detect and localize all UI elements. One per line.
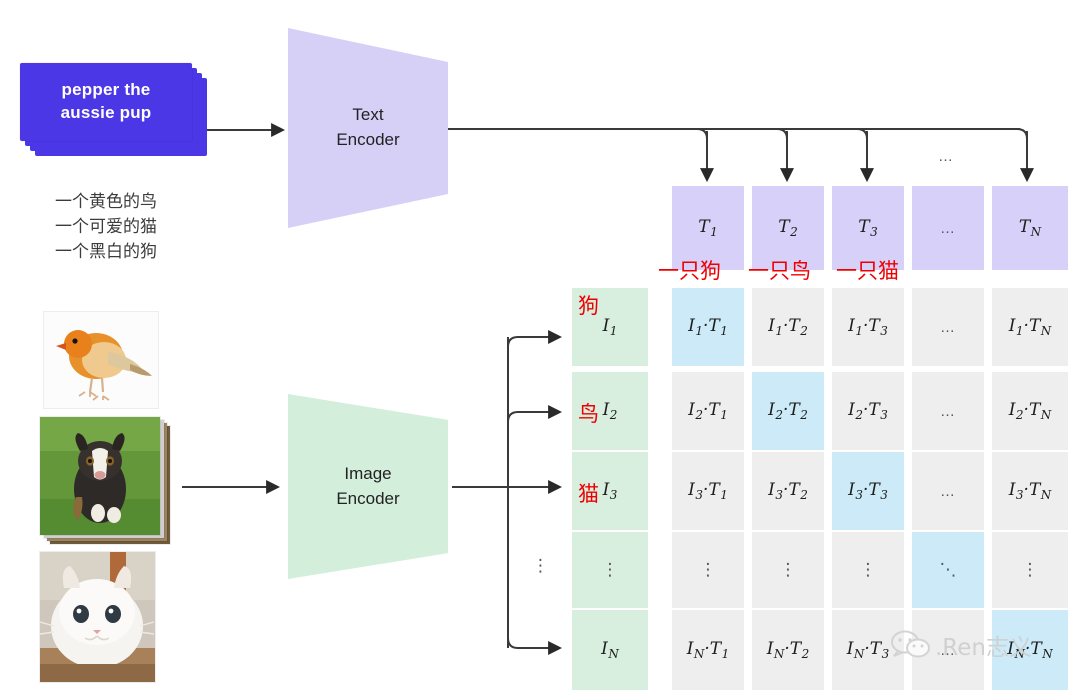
ellipsis-glyph: … (940, 641, 956, 659)
similarity-cell-r4-c4: ⋱ (912, 532, 984, 608)
text-card-line-1: pepper the (61, 80, 151, 100)
similarity-cell-r2-c1: I2·T1 (672, 372, 744, 450)
text-embedding-label-ellipsis: … (940, 219, 956, 237)
similarity-label: I3·T1 (688, 480, 728, 502)
ellipsis-glyph: ⋮ (1021, 560, 1039, 580)
similarity-cell-r4-c1: ⋮ (672, 532, 744, 608)
similarity-cell-r1-c4: … (912, 288, 984, 366)
similarity-cell-r1-c5: I1·TN (992, 288, 1068, 366)
similarity-cell-r1-c2: I1·T2 (752, 288, 824, 366)
image-embedding-cell-n: IN (572, 610, 648, 690)
similarity-cell-r5-c3: IN·T3 (832, 610, 904, 690)
similarity-cell-r4-c2: ⋮ (752, 532, 824, 608)
image-embedding-cell-ellipsis: ⋮ (572, 532, 648, 608)
image-annotation-2: 鸟 (578, 402, 599, 426)
image-encoder-line-1: Image (344, 463, 392, 483)
similarity-label: I1·T2 (768, 316, 808, 338)
similarity-label: IN·T1 (686, 639, 730, 661)
cat-photo (40, 552, 155, 682)
similarity-cell-r3-c3: I3·T3 (832, 452, 904, 530)
text-embedding-label-3: T3 (858, 217, 878, 239)
ellipsis-glyph: ⋱ (939, 560, 957, 580)
similarity-label: I1·T1 (688, 316, 728, 338)
text-embedding-cell-ellipsis: … (912, 186, 984, 270)
similarity-cell-r4-c5: ⋮ (992, 532, 1068, 608)
clip-diagram-canvas: pepper the aussie pup 一个黄色的鸟 一个可爱的猫 一个黑白… (0, 0, 1080, 690)
text-embedding-label-1: T1 (698, 217, 718, 239)
text-embedding-label-n: TN (1018, 217, 1042, 239)
similarity-label: I2·T2 (768, 400, 808, 422)
similarity-label: I2·T1 (688, 400, 728, 422)
image-embedding-label-n: IN (601, 639, 619, 661)
ellipsis-glyph: ⋮ (779, 560, 797, 580)
branch-ellipsis: ⋮ (532, 556, 549, 576)
similarity-cell-r2-c5: I2·TN (992, 372, 1068, 450)
text-annotation-1: 一只狗 (658, 259, 721, 283)
similarity-label: I3·T3 (848, 480, 888, 502)
text-encoder-line-2: Encoder (336, 130, 400, 149)
similarity-label: IN·T2 (766, 639, 810, 661)
similarity-cell-r3-c4: … (912, 452, 984, 530)
ellipsis-glyph: ⋮ (859, 560, 877, 580)
similarity-cell-r1-c3: I1·T3 (832, 288, 904, 366)
text-encoder-block: Text Encoder (288, 28, 448, 228)
caption-line-2: 一个可爱的猫 (55, 217, 157, 237)
text-encoder-line-1: Text (352, 105, 384, 125)
similarity-cell-r2-c4: … (912, 372, 984, 450)
dog-photo (40, 417, 160, 535)
image-encoder-block: Image Encoder (288, 394, 448, 579)
chinese-caption-list: 一个黄色的鸟 一个可爱的猫 一个黑白的狗 (55, 190, 157, 265)
similarity-label: I2·T3 (848, 400, 888, 422)
similarity-cell-r5-c1: IN·T1 (672, 610, 744, 690)
image-embedding-label-2: I2 (602, 400, 618, 422)
similarity-cell-r3-c2: I3·T2 (752, 452, 824, 530)
text-card-line-2: aussie pup (60, 103, 152, 122)
similarity-label: IN·TN (1007, 639, 1053, 661)
text-embedding-label-2: T2 (778, 217, 798, 239)
image-embedding-label-ellipsis: ⋮ (601, 560, 619, 580)
similarity-label: I1·T3 (848, 316, 888, 338)
similarity-cell-r1-c1: I1·T1 (672, 288, 744, 366)
image-encoder-line-2: Encoder (336, 488, 400, 508)
text-embedding-cell-n: TN (992, 186, 1068, 270)
text-annotation-3: 一只猫 (836, 259, 899, 283)
similarity-cell-r2-c3: I2·T3 (832, 372, 904, 450)
ellipsis-glyph: … (940, 318, 956, 336)
similarity-label: I2·TN (1008, 400, 1052, 422)
similarity-cell-r3-c5: I3·TN (992, 452, 1068, 530)
similarity-cell-r5-c2: IN·T2 (752, 610, 824, 690)
bird-photo (44, 312, 158, 408)
similarity-cell-r5-c5: IN·TN (992, 610, 1068, 690)
text-card: pepper the aussie pup (20, 63, 192, 141)
caption-line-1: 一个黄色的鸟 (55, 192, 157, 212)
text-annotation-2: 一只鸟 (748, 259, 811, 283)
ellipsis-glyph: … (940, 482, 956, 500)
similarity-label: IN·T3 (846, 639, 890, 661)
similarity-label: I3·TN (1008, 480, 1052, 502)
column-ellipsis-top: … (938, 148, 954, 165)
similarity-label: I1·TN (1008, 316, 1052, 338)
image-annotation-3: 猫 (578, 482, 599, 506)
image-embedding-label-1: I1 (602, 316, 618, 338)
ellipsis-glyph: ⋮ (699, 560, 717, 580)
similarity-cell-r3-c1: I3·T1 (672, 452, 744, 530)
ellipsis-glyph: … (940, 402, 956, 420)
similarity-cell-r5-c4: … (912, 610, 984, 690)
similarity-cell-r4-c3: ⋮ (832, 532, 904, 608)
caption-line-3: 一个黑白的狗 (55, 242, 157, 262)
image-annotation-1: 狗 (578, 294, 599, 318)
image-embedding-label-3: I3 (602, 480, 618, 502)
similarity-label: I3·T2 (768, 480, 808, 502)
similarity-cell-r2-c2: I2·T2 (752, 372, 824, 450)
